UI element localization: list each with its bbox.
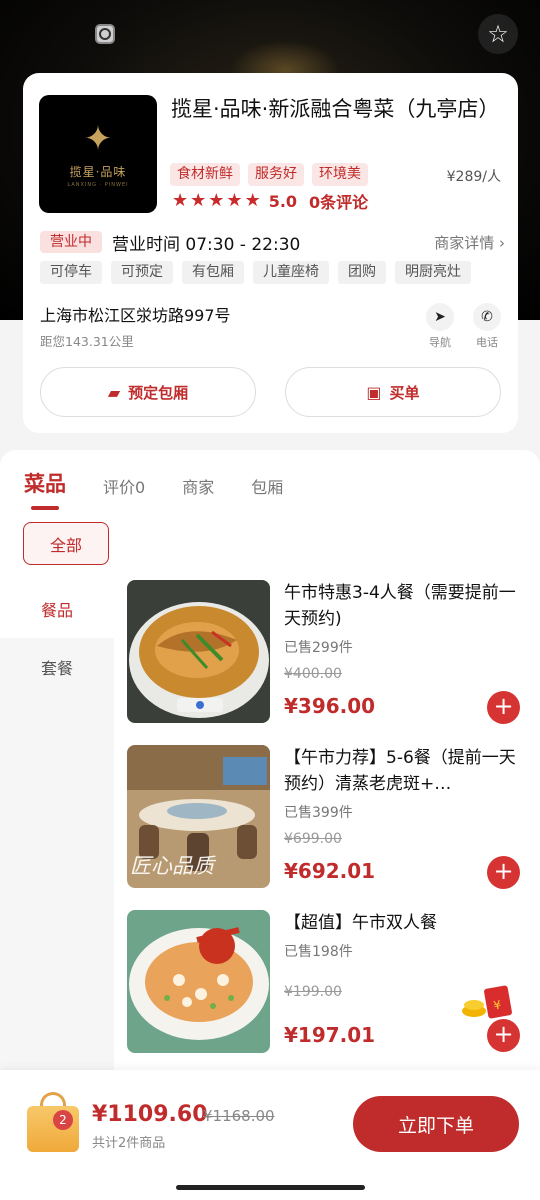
cart-bar: 2 ¥1109.60 ¥1168.00 共计2件商品 立即下单 [0,1070,540,1200]
tab-dishes[interactable]: 菜品 [24,468,66,510]
tab-merchant[interactable]: 商家 [182,474,214,498]
product-sold: 已售399件 [284,805,353,821]
facility-tag: 有包厢 [182,261,244,284]
cart-item-count: 共计2件商品 [92,1136,166,1151]
filter-all-chip[interactable]: 全部 [23,522,109,565]
open-status-badge: 营业中 [40,231,102,253]
category-sidebar: 餐品 套餐 [0,580,114,1070]
facility-tags: 可停车 可预定 有包厢 儿童座椅 团购 明厨亮灶 [40,261,471,284]
home-indicator [176,1185,365,1190]
product-image-lobster [127,910,270,1053]
shopping-bag-icon[interactable]: 2 [27,1090,79,1152]
navigation-icon: ➤ [426,303,454,331]
cart-total-price: ¥1109.60 [92,1102,208,1127]
logo-text: 揽星·品味 [69,164,127,179]
phone-label: 电话 [476,336,498,349]
cart-count-badge: 2 [53,1110,73,1130]
star-icon: ★ [208,190,225,211]
store-tag: 食材新鲜 [170,163,240,186]
star-icon: ★ [244,190,261,211]
facility-tag: 儿童座椅 [253,261,329,284]
sidebar-item-sets[interactable]: 套餐 [0,638,114,696]
briefcase-icon: ▣ [366,382,382,402]
logo-subtext: LANXING · PINWEI [67,181,129,188]
rating-score: 5.0 [268,191,298,211]
product-title: 【超值】午市双人餐 [284,913,437,933]
store-logo: ✦ 揽星·品味 LANXING · PINWEI [39,95,157,213]
add-to-cart-button[interactable]: + [487,691,520,724]
merchant-detail-link[interactable]: 商家详情 › [434,232,505,253]
store-tag: 服务好 [248,163,304,186]
add-to-cart-button[interactable]: + [487,1019,520,1052]
phone-icon: ✆ [473,303,501,331]
product-original-price: ¥400.00 [284,666,342,682]
product-image-dining-room: 匠心品质 [127,745,270,888]
star-icon: ★ [226,190,243,211]
status-row: 营业中 营业时间 07:30 - 22:30 商家详情 › [40,230,505,255]
star-icon: ★ [190,190,207,211]
red-packet-icon[interactable]: ¥ [460,985,520,1021]
product-price: ¥692.01 [284,859,376,883]
pay-bill-button[interactable]: ▣ 买单 [285,367,501,417]
reserve-room-label: 预定包厢 [128,383,189,402]
favorite-star-icon[interactable]: ☆ [478,14,518,54]
facility-tag: 可预定 [111,261,173,284]
bag-body [27,1106,79,1152]
product-sold: 已售198件 [284,944,353,960]
tab-reviews[interactable]: 评价0 [103,474,145,498]
reserve-room-button[interactable]: ▰ 预定包厢 [40,367,256,417]
review-count-link[interactable]: 0条评论 [309,189,368,213]
logo-star-icon: ✦ [83,118,113,159]
cart-original-price: ¥1168.00 [203,1107,275,1125]
place-order-button[interactable]: 立即下单 [353,1096,519,1152]
pay-bill-label: 买单 [389,383,420,402]
phone-button[interactable]: ✆ 电话 [472,303,502,350]
product-original-price: ¥699.00 [284,831,342,847]
rating-row: ★ ★ ★ ★ ★ 5.0 0条评论 [172,189,368,213]
product-sold: 已售299件 [284,640,353,656]
menu-panel: 菜品 评价0 商家 包厢 全部 餐品 套餐 午市特惠3-4人餐（需要提前一天预约… [0,450,540,1070]
per-person-price: ¥289/人 [446,169,501,185]
product-title: 午市特惠3-4人餐（需要提前一天预约) [284,583,516,629]
sofa-icon: ▰ [107,382,121,402]
menu-tabs: 菜品 评价0 商家 包厢 [24,468,320,510]
star-icon: ★ [172,190,189,211]
add-to-cart-button[interactable]: + [487,856,520,889]
store-card: ✦ 揽星·品味 LANXING · PINWEI 揽星·品味·新派融合粤菜（九亭… [23,73,518,433]
facility-tag: 团购 [338,261,386,284]
store-distance: 距您143.31公里 [40,334,134,349]
navigation-label: 导航 [429,336,451,349]
status-app-icon [95,24,115,44]
business-hours: 营业时间 07:30 - 22:30 [112,234,301,255]
product-item[interactable]: 匠心品质 【午市力荐】5-6餐（提前一天预约）清蒸老虎斑+… 已售399件 ¥6… [127,745,527,910]
product-image-fish-curry [127,580,270,723]
image-caption: 匠心品质 [130,854,217,878]
sidebar-item-meals[interactable]: 餐品 [0,580,114,638]
product-price: ¥197.01 [284,1023,376,1047]
facility-tag: 可停车 [40,261,102,284]
store-address: 上海市松江区泶坊路997号 [40,306,231,325]
store-tag: 环境美 [312,163,368,186]
facility-tag: 明厨亮灶 [395,261,471,284]
store-name: 揽星·品味·新派融合粤菜（九亭店） [171,97,500,121]
store-tags: 食材新鲜 服务好 环境美 [170,163,368,186]
product-original-price: ¥199.00 [284,984,342,1000]
tab-private-rooms[interactable]: 包厢 [251,474,283,498]
product-title: 【午市力荐】5-6餐（提前一天预约）清蒸老虎斑+… [284,748,516,794]
navigation-button[interactable]: ➤ 导航 [425,303,455,350]
product-price: ¥396.00 [284,694,376,718]
product-item[interactable]: 午市特惠3-4人餐（需要提前一天预约) 已售299件 ¥400.00 ¥396.… [127,580,527,745]
